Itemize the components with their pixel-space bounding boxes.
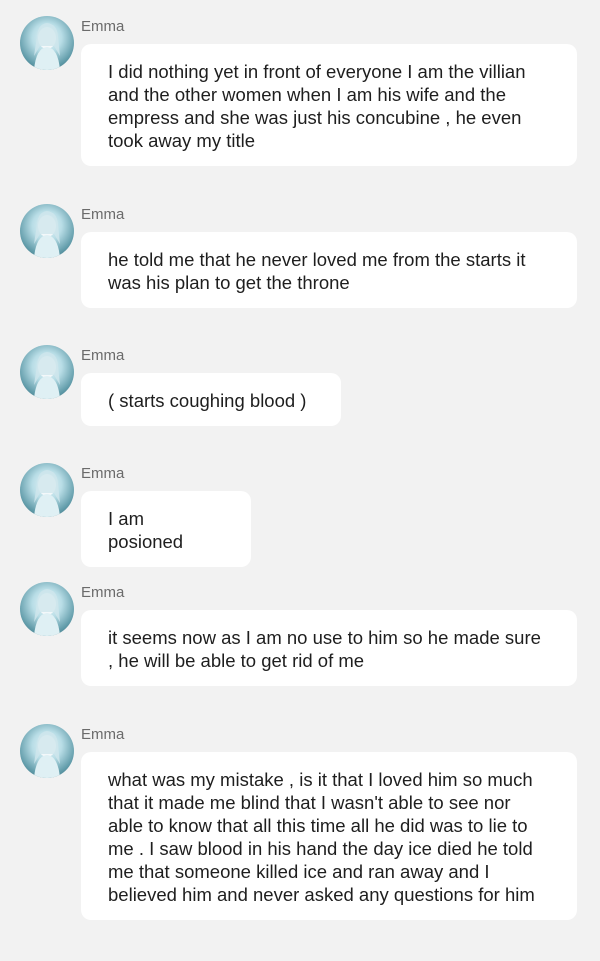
- avatar[interactable]: [20, 204, 74, 258]
- sender-name: Emma: [81, 726, 125, 743]
- sender-name: Emma: [81, 584, 125, 601]
- message-bubble[interactable]: I am posioned: [81, 491, 251, 567]
- sender-name: Emma: [81, 18, 125, 35]
- avatar[interactable]: [20, 582, 74, 636]
- message-bubble[interactable]: what was my mistake , is it that I loved…: [81, 752, 577, 920]
- avatar[interactable]: [20, 724, 74, 778]
- message-bubble[interactable]: ( starts coughing blood ): [81, 373, 341, 426]
- sender-name: Emma: [81, 347, 125, 364]
- avatar[interactable]: [20, 345, 74, 399]
- message-bubble[interactable]: it seems now as I am no use to him so he…: [81, 610, 577, 686]
- sender-name: Emma: [81, 465, 125, 482]
- message-bubble[interactable]: he told me that he never loved me from t…: [81, 232, 577, 308]
- sender-name: Emma: [81, 206, 125, 223]
- avatar[interactable]: [20, 463, 74, 517]
- message-bubble[interactable]: I did nothing yet in front of everyone I…: [81, 44, 577, 166]
- avatar[interactable]: [20, 16, 74, 70]
